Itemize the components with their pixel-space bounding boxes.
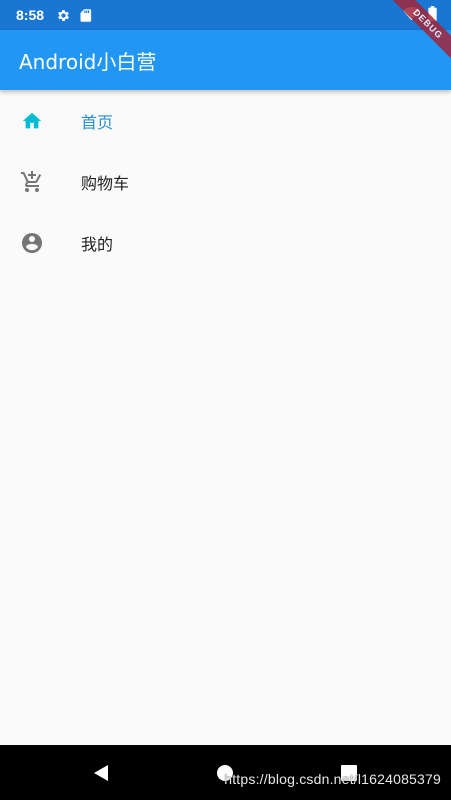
settings-gear-icon xyxy=(56,8,71,23)
menu-item-label: 我的 xyxy=(81,234,114,254)
menu-item-label: 购物车 xyxy=(81,173,130,193)
menu-item-label: 首页 xyxy=(81,112,114,132)
app-title: Android小白营 xyxy=(19,49,157,74)
menu-item-home[interactable]: 首页 xyxy=(0,90,451,151)
system-navigation-bar: https://blog.csdn.net/l1624085379 xyxy=(0,745,451,800)
menu-item-cart[interactable]: 购物车 xyxy=(0,151,451,212)
menu-item-profile[interactable]: 我的 xyxy=(0,212,451,273)
app-bar: Android小白营 xyxy=(0,30,451,90)
sd-card-icon xyxy=(79,8,92,23)
status-bar: 8:58 xyxy=(0,0,451,30)
menu-list: 首页 购物车 我的 xyxy=(0,90,451,273)
app-screen: 8:58 DEBUG Android小白营 首页 购物车 我的 https://… xyxy=(0,0,451,800)
account-circle-icon xyxy=(20,231,44,255)
status-time: 8:58 xyxy=(16,7,45,23)
watermark-text: https://blog.csdn.net/l1624085379 xyxy=(224,771,441,787)
home-icon xyxy=(20,109,44,133)
back-icon[interactable] xyxy=(87,759,115,787)
add-shopping-cart-icon xyxy=(20,170,44,194)
